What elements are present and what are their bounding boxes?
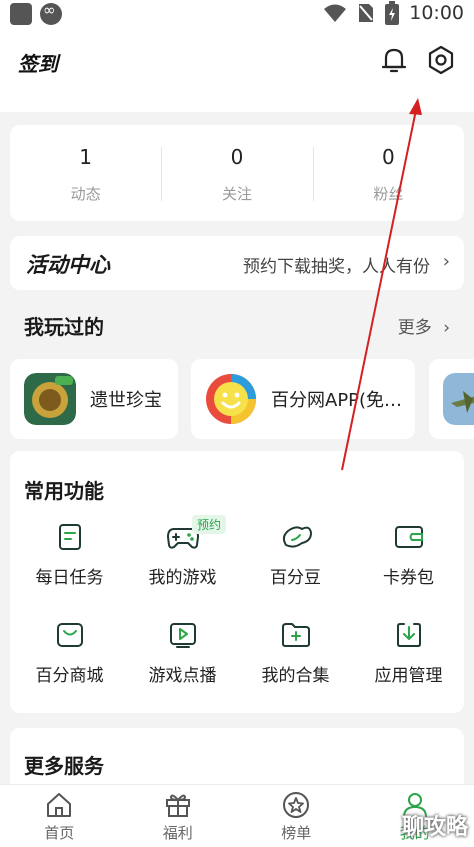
stat-followers[interactable]: 0 粉丝	[312, 125, 464, 221]
func-label: 我的合集	[261, 666, 330, 686]
activity-text: 预约下载抽奖，人人有份	[243, 257, 430, 277]
game-name: 遗世珍宝	[90, 390, 162, 411]
folder-icon	[281, 623, 310, 647]
star-icon	[283, 792, 310, 818]
func-label: 游戏点播	[148, 666, 217, 686]
download-icon	[396, 623, 421, 647]
func-coupons[interactable]: 卡券包	[352, 523, 465, 588]
shop-icon	[56, 623, 83, 647]
play-icon	[169, 623, 196, 648]
warplane-game-icon	[443, 373, 474, 425]
func-label: 卡券包	[383, 568, 434, 588]
func-beans[interactable]: 百分豆	[239, 523, 352, 588]
stat-following[interactable]: 0 关注	[161, 125, 312, 221]
game-name: 百分网APP(免…	[271, 390, 403, 411]
battery-icon	[385, 1, 400, 25]
infinity-icon	[40, 1, 62, 25]
header: 签到	[0, 28, 474, 112]
stat-posts[interactable]: 1 动态	[10, 125, 161, 221]
chevron-right-icon: ›	[442, 251, 450, 272]
watermark: 聊攻略	[401, 815, 468, 840]
nav-label: 榜单	[281, 824, 312, 842]
func-collection[interactable]: 我的合集	[239, 621, 352, 686]
stat-count: 0	[230, 145, 244, 169]
gear-icon[interactable]	[425, 44, 457, 76]
game-card[interactable]: 遗世珍宝	[10, 359, 178, 439]
nav-label: 福利	[162, 824, 193, 842]
services-section-title: 更多服务	[24, 754, 104, 778]
func-label: 每日任务	[35, 568, 104, 588]
more-label: 更多	[397, 318, 432, 338]
stat-label: 动态	[70, 185, 101, 203]
stat-label: 粉丝	[373, 185, 404, 203]
func-daily-tasks[interactable]: 每日任务	[13, 523, 126, 588]
status-bar: 10:00	[0, 0, 474, 28]
func-label: 百分豆	[270, 568, 321, 588]
stat-count: 0	[381, 145, 395, 169]
gift-icon	[165, 794, 190, 817]
nav-label: 首页	[44, 824, 75, 842]
more-link[interactable]: 更多 ›	[398, 313, 450, 338]
bean-icon	[282, 526, 312, 548]
smiley-app-icon	[206, 374, 256, 424]
stat-label: 关注	[221, 185, 252, 203]
treasure-game-icon	[24, 373, 76, 425]
nav-ranking[interactable]: 榜单	[237, 785, 356, 847]
nav-home[interactable]: 首页	[0, 785, 119, 847]
func-shop[interactable]: 百分商城	[13, 621, 126, 686]
checkin-logo[interactable]: 签到	[18, 48, 58, 77]
activity-center-banner[interactable]: 活动中心 预约下载抽奖，人人有份 ›	[10, 236, 464, 290]
reservation-badge: 预约	[192, 515, 227, 534]
stats-card: 1 动态 0 关注 0 粉丝	[10, 125, 464, 221]
task-icon	[58, 524, 81, 550]
common-section-title: 常用功能	[24, 479, 104, 503]
func-label: 应用管理	[374, 666, 443, 686]
func-label: 百分商城	[35, 666, 104, 686]
bell-icon[interactable]	[378, 44, 410, 76]
stat-count: 1	[79, 145, 93, 169]
func-app-manager[interactable]: 应用管理	[352, 621, 465, 686]
chevron-right-icon: ›	[443, 318, 450, 338]
no-sim-icon	[359, 4, 374, 22]
common-functions-card: 常用功能 每日任务 预约 我的游戏 百分豆 卡券包 百分商城 游戏点播 我的合集…	[10, 451, 464, 713]
status-time: 10:00	[409, 2, 464, 24]
func-my-games[interactable]: 预约 我的游戏	[126, 515, 239, 588]
func-label: 我的游戏	[148, 568, 217, 588]
game-card[interactable]	[429, 359, 474, 439]
played-section-title: 我玩过的	[24, 315, 104, 339]
notification-icon	[10, 3, 32, 25]
home-icon	[47, 793, 72, 817]
wallet-icon	[394, 526, 423, 548]
activity-title: 活动中心	[26, 253, 110, 277]
nav-welfare[interactable]: 福利	[119, 785, 238, 847]
game-card[interactable]: 百分网APP(免…	[191, 359, 415, 439]
wifi-icon	[324, 4, 347, 22]
func-game-vod[interactable]: 游戏点播	[126, 621, 239, 686]
